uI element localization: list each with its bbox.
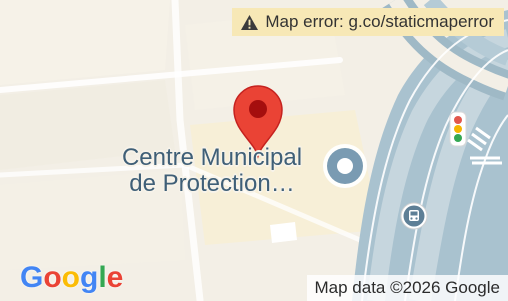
map-error-badge[interactable]: Map error: g.co/staticmaperror xyxy=(232,8,504,36)
google-logo: Google xyxy=(20,261,123,295)
place-circle-icon[interactable] xyxy=(323,144,367,188)
bus-stop-icon xyxy=(400,202,428,230)
logo-letter: o xyxy=(61,261,80,294)
logo-letter: g xyxy=(80,261,99,294)
map-error-text: Map error: g.co/staticmaperror xyxy=(265,12,494,31)
traffic-light-icon xyxy=(449,111,467,147)
logo-letter: e xyxy=(106,261,124,294)
logo-letter: l xyxy=(98,261,107,294)
place-name-line-2: de Protection… xyxy=(129,170,295,197)
logo-letter: o xyxy=(43,261,62,294)
place-name-line-1: Centre Municipal xyxy=(121,144,303,171)
logo-letter: G xyxy=(20,261,44,294)
place-label[interactable]: Centre Municipal de Protection… xyxy=(101,145,323,197)
map-attribution[interactable]: Map data ©2026 Google xyxy=(306,275,508,301)
warning-icon xyxy=(241,14,259,30)
